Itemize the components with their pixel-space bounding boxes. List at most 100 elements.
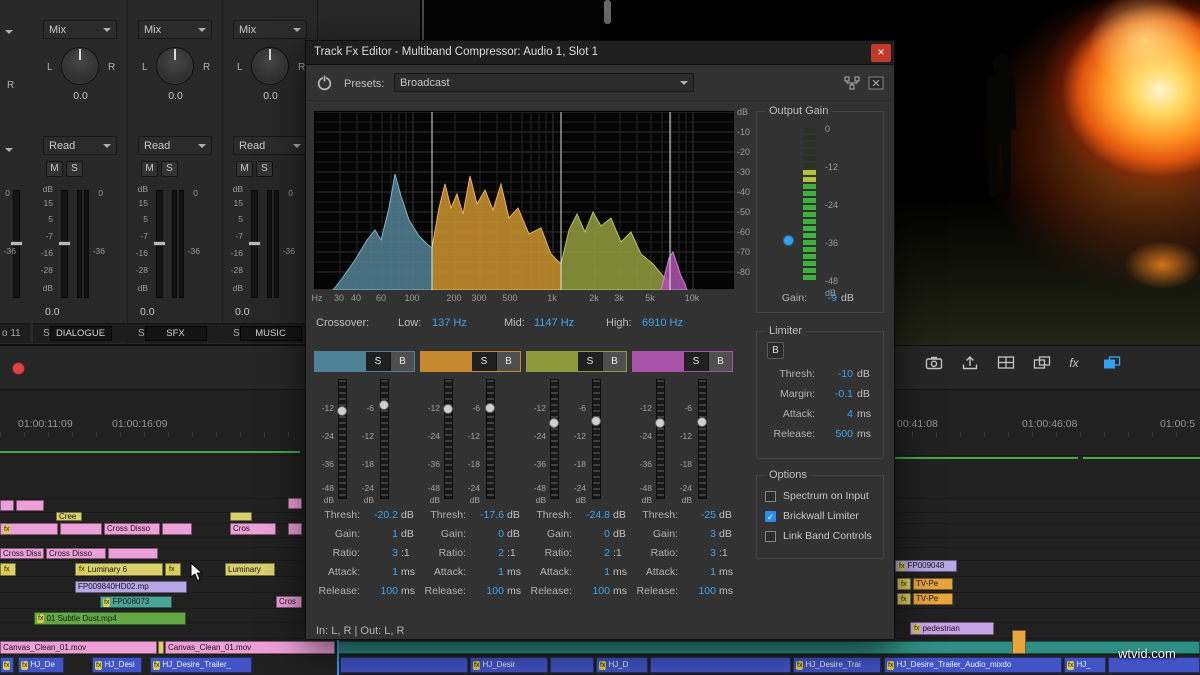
band-solo-button[interactable]: S [366, 352, 390, 371]
band-solo-button[interactable]: S [684, 352, 708, 371]
threshold-fader[interactable] [338, 379, 347, 499]
track-name[interactable]: DIALOGUE [50, 326, 112, 341]
pan-knob[interactable] [156, 47, 194, 85]
band-solo-button[interactable]: S [472, 352, 496, 371]
timeline-clip[interactable]: fxHJ_Desire_Trai [793, 657, 881, 673]
gain-knob[interactable] [485, 403, 495, 413]
solo-button[interactable]: S [256, 161, 273, 177]
timeline-clip[interactable]: fxHJ_Desi [92, 657, 142, 673]
comparison-view-icon[interactable] [1100, 353, 1124, 373]
param-value[interactable]: 3 [680, 528, 716, 540]
panel-splitter[interactable] [422, 0, 424, 40]
pan-value[interactable]: 0.0 [33, 90, 128, 102]
timeline-clip[interactable] [108, 548, 158, 559]
threshold-fader[interactable] [656, 379, 665, 499]
mute-button[interactable]: M [46, 161, 63, 177]
solo-button[interactable]: S [161, 161, 178, 177]
band-solo-button[interactable]: S [578, 352, 602, 371]
timeline-clip[interactable]: fx [0, 563, 16, 576]
fader-value[interactable]: 0.0 [140, 306, 155, 318]
timeline-clip[interactable]: Cros [230, 523, 276, 535]
timeline-clip[interactable] [0, 500, 14, 511]
threshold-knob[interactable] [337, 406, 347, 416]
panel-close-icon[interactable] [868, 76, 886, 91]
param-value[interactable]: 1 [574, 566, 610, 578]
timeline-clip[interactable]: Canvas_Clean_01.mov [0, 641, 157, 654]
param-value[interactable]: 0 [574, 528, 610, 540]
param-value[interactable]: 100 [362, 585, 398, 597]
timeline-clip[interactable]: fxHJ_Desir [470, 657, 548, 673]
routing-icon[interactable] [844, 76, 862, 91]
param-value[interactable]: -17.6 [468, 509, 504, 521]
param-value[interactable]: -10 [817, 368, 853, 380]
timeline-clip[interactable]: fx01 Subtle Dust.mp4 [34, 612, 186, 625]
timeline-clip[interactable]: fxHJ_ [1064, 657, 1106, 673]
playhead[interactable] [337, 638, 339, 675]
gain-fader[interactable] [486, 379, 495, 499]
timeline-clip[interactable]: Cross Disso [104, 523, 160, 535]
automation-dropdown[interactable]: Mix [138, 20, 212, 39]
timeline-clip[interactable] [158, 641, 164, 654]
timeline-clip[interactable]: fxLuminary 6 [75, 563, 163, 576]
timeline-clip[interactable] [1012, 630, 1026, 654]
gain-knob[interactable] [591, 416, 601, 426]
chevron-down-icon[interactable] [5, 30, 13, 34]
fx-badge-icon[interactable]: fx [1062, 353, 1086, 373]
timeline-clip[interactable]: Canvas_Clean_01.mov [165, 641, 335, 654]
overlay-view-icon[interactable] [1030, 353, 1054, 373]
param-value[interactable]: 2 [574, 547, 610, 559]
scrollbar[interactable] [604, 0, 611, 24]
timeline-clip[interactable]: fxHJ_De [18, 657, 64, 673]
presets-dropdown[interactable]: Broadcast [394, 73, 694, 92]
mute-button[interactable]: M [141, 161, 158, 177]
export-frame-icon[interactable] [958, 353, 982, 373]
timeline-clip[interactable] [288, 498, 302, 509]
power-toggle-icon[interactable] [316, 74, 333, 91]
param-value[interactable]: 3 [680, 547, 716, 559]
timeline-clip[interactable] [550, 657, 594, 673]
param-value[interactable]: -25 [680, 509, 716, 521]
automation-mode-dropdown[interactable]: Read [43, 136, 117, 155]
pan-knob[interactable] [251, 47, 289, 85]
threshold-fader[interactable] [444, 379, 453, 499]
timeline-clip[interactable] [288, 523, 302, 535]
gain-value[interactable]: -9 [811, 292, 837, 304]
gain-fader[interactable] [592, 379, 601, 499]
mute-button[interactable]: M [236, 161, 253, 177]
gain-knob[interactable] [379, 400, 389, 410]
threshold-fader[interactable] [550, 379, 559, 499]
fader-handle[interactable] [58, 241, 71, 246]
param-value[interactable]: -24.8 [574, 509, 610, 521]
threshold-knob[interactable] [549, 418, 559, 428]
timeline-clip[interactable]: Cross Disso [0, 548, 44, 559]
gain-knob[interactable] [697, 417, 707, 427]
timeline-clip[interactable]: fxHJ_Desire_Trailer_Audio_mixdo [884, 657, 1062, 673]
track-name[interactable]: SFX [145, 326, 207, 341]
timeline-clip[interactable]: fxHJ_D [596, 657, 648, 673]
param-value[interactable]: 1 [680, 566, 716, 578]
pan-value[interactable]: 0.0 [223, 90, 318, 102]
param-value[interactable]: 1 [362, 528, 398, 540]
param-value[interactable]: 1 [362, 566, 398, 578]
threshold-knob[interactable] [655, 418, 665, 428]
timeline-clip[interactable] [60, 523, 102, 535]
crossover-mid-value[interactable]: 1147 Hz [534, 317, 574, 329]
band-bypass-button[interactable]: B [708, 352, 732, 371]
timeline-clip[interactable]: Cree [56, 512, 82, 521]
param-value[interactable]: -0.1 [817, 388, 853, 400]
chevron-down-icon[interactable] [5, 148, 13, 152]
limiter-bypass-button[interactable]: B [767, 342, 784, 359]
timeline-clip[interactable] [340, 657, 468, 673]
param-value[interactable]: 100 [574, 585, 610, 597]
timeline-clip[interactable]: fxHJ_Desire_Trailer_ [150, 657, 252, 673]
fader-handle[interactable] [248, 241, 261, 246]
close-button[interactable]: × [871, 44, 891, 62]
param-value[interactable]: 3 [362, 547, 398, 559]
timeline-clip[interactable]: Luminary [225, 563, 275, 576]
gain-fader[interactable] [698, 379, 707, 499]
pan-value[interactable]: 0.0 [128, 90, 223, 102]
param-value[interactable]: -20.2 [362, 509, 398, 521]
track-name[interactable]: MUSIC [240, 326, 302, 341]
timeline-clip[interactable] [230, 512, 252, 521]
param-value[interactable]: 0 [468, 528, 504, 540]
